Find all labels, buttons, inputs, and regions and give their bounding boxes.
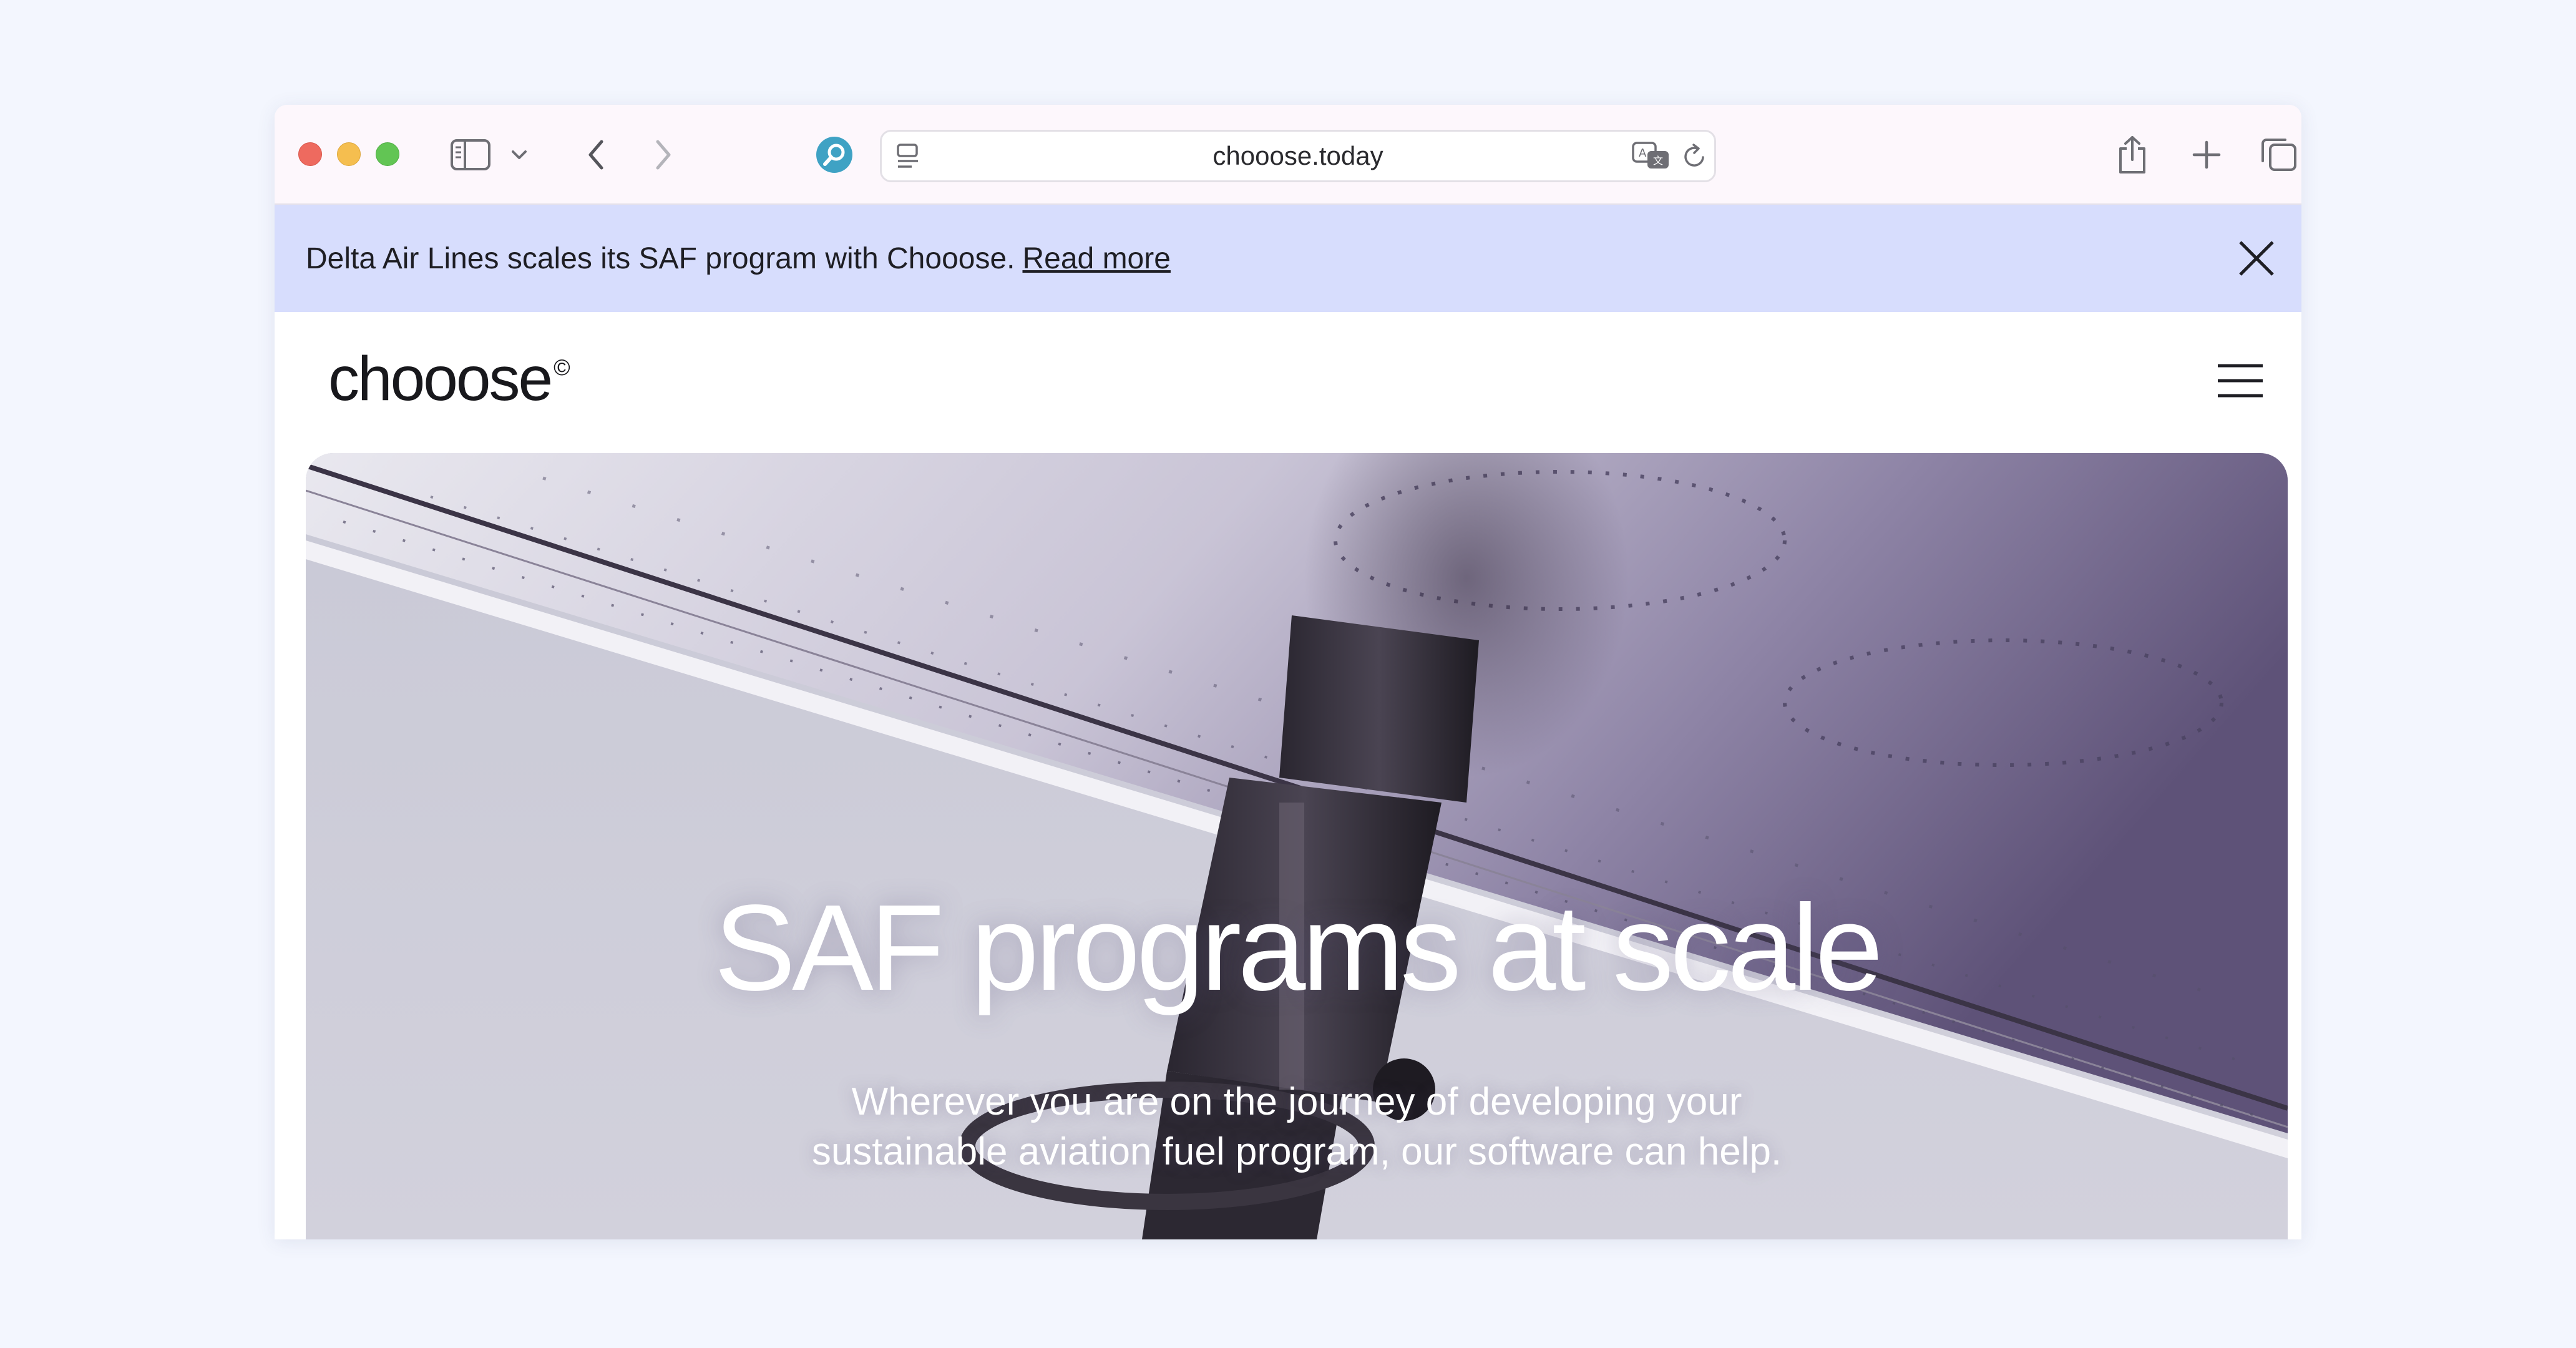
sidebar-icon[interactable] (448, 131, 493, 178)
close-window-button[interactable] (298, 142, 322, 166)
hamburger-icon (2218, 364, 2263, 398)
menu-button[interactable] (2217, 362, 2264, 399)
hero-subtitle-line1: Wherever you are on the journey of devel… (851, 1080, 1742, 1123)
search-extension-icon[interactable] (814, 131, 855, 178)
browser-window: chooose.today A文 Delta Air Lines scales … (275, 105, 2301, 1239)
banner-message: Delta Air Lines scales its SAF program w… (306, 205, 1171, 312)
hero-section: SAF programs at scale Wherever you are o… (306, 453, 2288, 1239)
announcement-banner: Delta Air Lines scales its SAF program w… (275, 205, 2301, 312)
address-bar[interactable]: chooose.today A文 (880, 130, 1716, 182)
svg-text:文: 文 (1653, 155, 1663, 167)
reload-icon[interactable] (1679, 132, 1710, 180)
share-icon[interactable] (2113, 131, 2152, 178)
logo-mark: © (554, 354, 570, 380)
site-logo[interactable]: chooose © (328, 343, 570, 415)
tabs-overview-icon[interactable] (2259, 131, 2299, 178)
url-text[interactable]: chooose.today (882, 132, 1714, 180)
logo-text: chooose (328, 344, 553, 414)
zoom-window-button[interactable] (376, 142, 399, 166)
minimize-window-button[interactable] (337, 142, 361, 166)
hero-subtitle: Wherever you are on the journey of devel… (306, 1077, 2288, 1177)
forward-icon[interactable] (648, 131, 679, 178)
site-header: chooose © (275, 312, 2301, 452)
new-tab-icon[interactable] (2189, 131, 2224, 178)
svg-text:A: A (1639, 147, 1647, 160)
banner-text: Delta Air Lines scales its SAF program w… (306, 242, 1015, 275)
close-icon (2239, 241, 2274, 276)
browser-toolbar: chooose.today A文 (275, 105, 2301, 205)
chevron-down-icon[interactable] (507, 131, 532, 178)
hero-subtitle-line2: sustainable aviation fuel program, our s… (811, 1130, 1782, 1173)
translate-icon[interactable]: A文 (1629, 132, 1673, 180)
close-banner-button[interactable] (2237, 238, 2276, 278)
back-icon[interactable] (580, 131, 612, 178)
read-more-link[interactable]: Read more (1022, 242, 1170, 276)
hero-title: SAF programs at scale (714, 879, 1883, 1016)
